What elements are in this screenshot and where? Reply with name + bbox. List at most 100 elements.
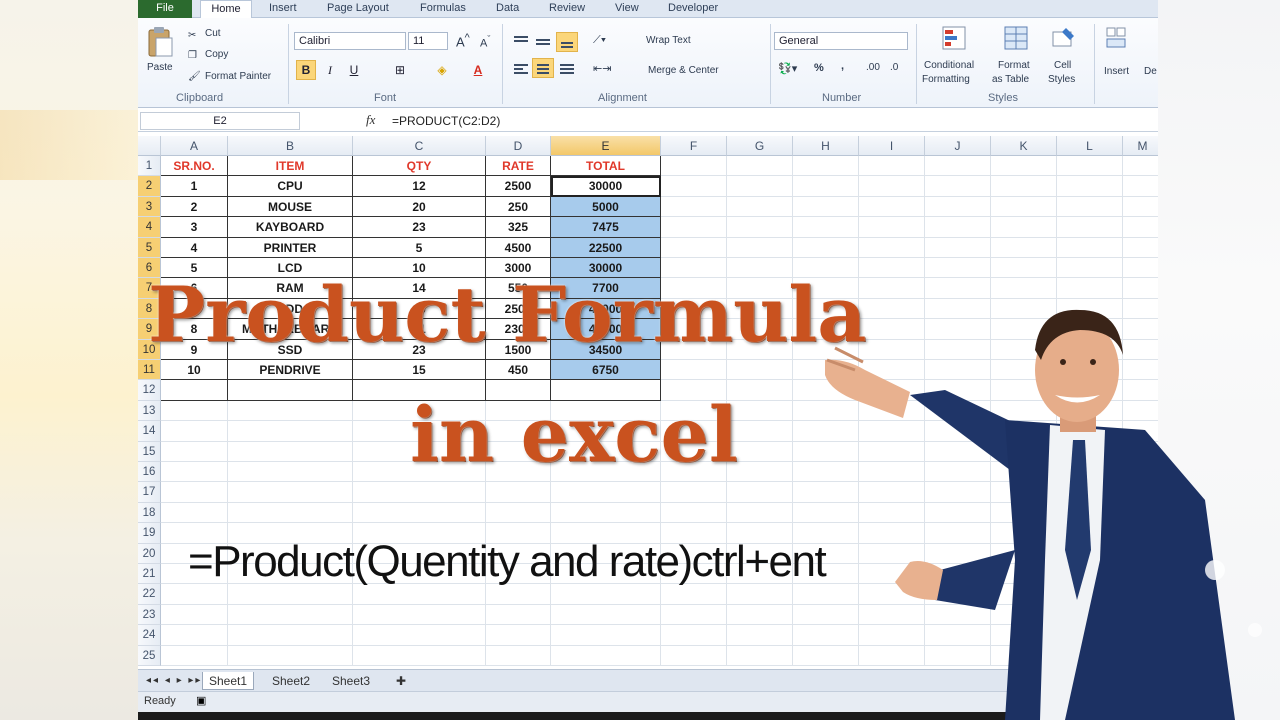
empty-cell[interactable] — [228, 645, 353, 666]
column-header[interactable]: J — [925, 136, 991, 156]
empty-cell[interactable] — [353, 584, 486, 605]
empty-cell[interactable] — [661, 584, 727, 605]
name-box[interactable]: E2 — [140, 112, 300, 130]
empty-cell[interactable] — [727, 156, 793, 177]
column-header[interactable]: E — [551, 136, 661, 156]
table-cell[interactable]: 23 — [353, 217, 486, 238]
borders-icon[interactable]: ⊞ — [390, 60, 410, 80]
empty-cell[interactable] — [859, 196, 925, 218]
empty-cell[interactable] — [161, 502, 228, 524]
empty-cell[interactable] — [1123, 278, 1158, 299]
table-cell[interactable]: PRINTER — [228, 237, 353, 258]
table-cell[interactable]: 4 — [161, 237, 228, 258]
row-header[interactable]: 25 — [138, 645, 161, 666]
empty-cell[interactable] — [1123, 156, 1158, 177]
empty-cell[interactable] — [991, 237, 1057, 258]
empty-cell[interactable] — [925, 217, 991, 238]
empty-cell[interactable] — [353, 604, 486, 626]
format-as-table-button[interactable]: Format as Table — [992, 24, 1040, 88]
table-header-cell[interactable]: RATE — [486, 156, 551, 177]
empty-cell[interactable] — [551, 502, 661, 524]
table-cell[interactable]: 15 — [353, 360, 486, 381]
row-header[interactable]: 12 — [138, 380, 161, 401]
bold-button[interactable]: B — [296, 60, 316, 80]
underline-button[interactable]: U — [344, 60, 364, 80]
empty-cell[interactable] — [727, 196, 793, 218]
table-cell[interactable]: 20 — [353, 196, 486, 218]
table-cell[interactable]: KAYBOARD — [228, 217, 353, 238]
cut-button[interactable]: Cut — [205, 28, 221, 39]
empty-cell[interactable] — [551, 584, 661, 605]
empty-cell[interactable] — [925, 237, 991, 258]
table-cell[interactable]: 450 — [486, 360, 551, 381]
empty-cell[interactable] — [727, 176, 793, 197]
table-cell[interactable]: 5000 — [551, 196, 661, 218]
column-header[interactable]: K — [991, 136, 1057, 156]
table-cell[interactable]: 7475 — [551, 217, 661, 238]
empty-cell[interactable] — [1057, 217, 1123, 238]
empty-cell[interactable] — [661, 482, 727, 503]
align-left-icon[interactable] — [514, 64, 528, 76]
table-cell[interactable]: PENDRIVE — [228, 360, 353, 381]
font-name-select[interactable]: Calibri — [294, 32, 406, 50]
empty-cell[interactable] — [228, 421, 353, 442]
empty-cell[interactable] — [228, 380, 353, 401]
table-cell[interactable]: 22500 — [551, 237, 661, 258]
empty-cell[interactable] — [793, 196, 859, 218]
align-top-icon[interactable] — [514, 36, 528, 44]
row-header[interactable]: 11 — [138, 360, 161, 381]
empty-cell[interactable] — [727, 502, 793, 524]
empty-cell[interactable] — [793, 156, 859, 177]
empty-cell[interactable] — [727, 645, 793, 666]
tab-view[interactable]: View — [615, 0, 639, 18]
sheet-tab-2[interactable]: Sheet2 — [266, 672, 316, 690]
empty-cell[interactable] — [228, 584, 353, 605]
formula-input[interactable]: =PRODUCT(C2:D2) — [392, 114, 500, 128]
row-header[interactable]: 19 — [138, 523, 161, 544]
row-header[interactable]: 15 — [138, 441, 161, 462]
empty-cell[interactable] — [161, 400, 228, 422]
row-header[interactable]: 20 — [138, 543, 161, 564]
empty-cell[interactable] — [551, 625, 661, 646]
font-color-icon[interactable]: A — [468, 60, 488, 80]
row-header[interactable]: 3 — [138, 196, 161, 218]
merge-center-button[interactable]: Merge & Center — [648, 65, 719, 76]
empty-cell[interactable] — [228, 482, 353, 503]
empty-cell[interactable] — [161, 584, 228, 605]
empty-cell[interactable] — [661, 604, 727, 626]
empty-cell[interactable] — [1057, 196, 1123, 218]
empty-cell[interactable] — [661, 176, 727, 197]
select-all-corner[interactable] — [138, 136, 161, 156]
empty-cell[interactable] — [661, 196, 727, 218]
empty-cell[interactable] — [859, 278, 925, 299]
empty-cell[interactable] — [1057, 258, 1123, 279]
column-header[interactable]: H — [793, 136, 859, 156]
empty-cell[interactable] — [859, 258, 925, 279]
tab-formulas[interactable]: Formulas — [420, 0, 466, 18]
fx-icon[interactable]: fx — [366, 112, 375, 128]
column-header[interactable]: C — [353, 136, 486, 156]
empty-cell[interactable] — [925, 176, 991, 197]
number-format-select[interactable]: General — [774, 32, 908, 50]
column-header[interactable]: I — [859, 136, 925, 156]
font-size-select[interactable]: 11 — [408, 32, 448, 50]
row-header[interactable]: 1 — [138, 156, 161, 177]
column-header[interactable]: D — [486, 136, 551, 156]
align-center-button[interactable] — [532, 58, 554, 78]
empty-cell[interactable] — [661, 502, 727, 524]
empty-cell[interactable] — [1057, 156, 1123, 177]
empty-cell[interactable] — [486, 584, 551, 605]
empty-cell[interactable] — [161, 482, 228, 503]
table-cell[interactable]: 30000 — [551, 176, 661, 197]
table-cell[interactable]: 3 — [161, 217, 228, 238]
table-cell[interactable]: 10 — [161, 360, 228, 381]
empty-cell[interactable] — [859, 176, 925, 197]
empty-cell[interactable] — [859, 237, 925, 258]
comma-button[interactable]: , — [841, 60, 844, 72]
table-cell[interactable]: 12 — [353, 176, 486, 197]
row-header[interactable]: 17 — [138, 482, 161, 503]
tab-page-layout[interactable]: Page Layout — [327, 0, 389, 18]
column-header[interactable]: L — [1057, 136, 1123, 156]
empty-cell[interactable] — [486, 645, 551, 666]
column-header[interactable]: M — [1123, 136, 1158, 156]
